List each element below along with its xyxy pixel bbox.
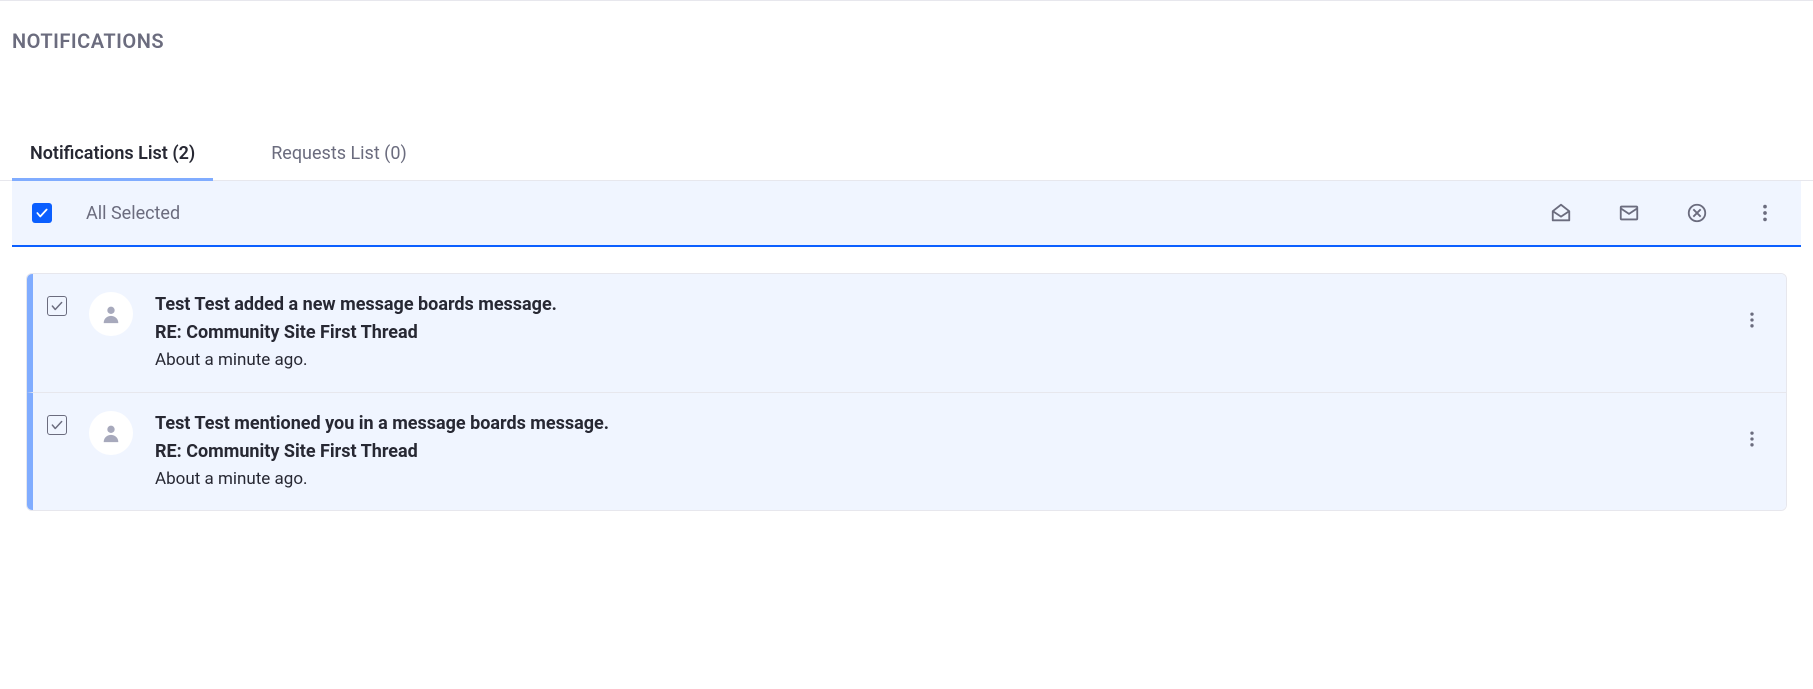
delete-icon[interactable] (1685, 201, 1709, 225)
notification-checkbox[interactable] (47, 296, 67, 316)
notification-time: About a minute ago. (155, 467, 1720, 493)
notification-more-icon[interactable] (1742, 429, 1762, 453)
notification-subject: RE: Community Site First Thread (155, 319, 1720, 346)
bulk-action-toolbar: All Selected (12, 181, 1801, 247)
mark-as-read-icon[interactable] (1549, 201, 1573, 225)
more-actions-icon[interactable] (1753, 201, 1777, 225)
select-all-checkbox[interactable] (32, 203, 52, 223)
mark-as-unread-icon[interactable] (1617, 201, 1641, 225)
tabs: Notifications List (2) Requests List (0) (0, 131, 1813, 181)
page-title: NOTIFICATIONS (0, 1, 1813, 53)
notification-title: Test Test mentioned you in a message boa… (155, 411, 1720, 436)
notification-checkbox[interactable] (47, 415, 67, 435)
notification-more-icon[interactable] (1742, 310, 1762, 334)
avatar (89, 411, 133, 455)
notification-title: Test Test added a new message boards mes… (155, 292, 1720, 317)
notification-time: About a minute ago. (155, 348, 1720, 374)
tab-requests-list[interactable]: Requests List (0) (253, 131, 425, 181)
notification-item[interactable]: Test Test mentioned you in a message boa… (27, 392, 1786, 511)
notification-subject: RE: Community Site First Thread (155, 438, 1720, 465)
avatar (89, 292, 133, 336)
selection-status-text: All Selected (86, 203, 180, 224)
tab-notifications-list[interactable]: Notifications List (2) (12, 131, 213, 181)
notifications-list: Test Test added a new message boards mes… (0, 247, 1813, 511)
notification-item[interactable]: Test Test added a new message boards mes… (27, 274, 1786, 392)
